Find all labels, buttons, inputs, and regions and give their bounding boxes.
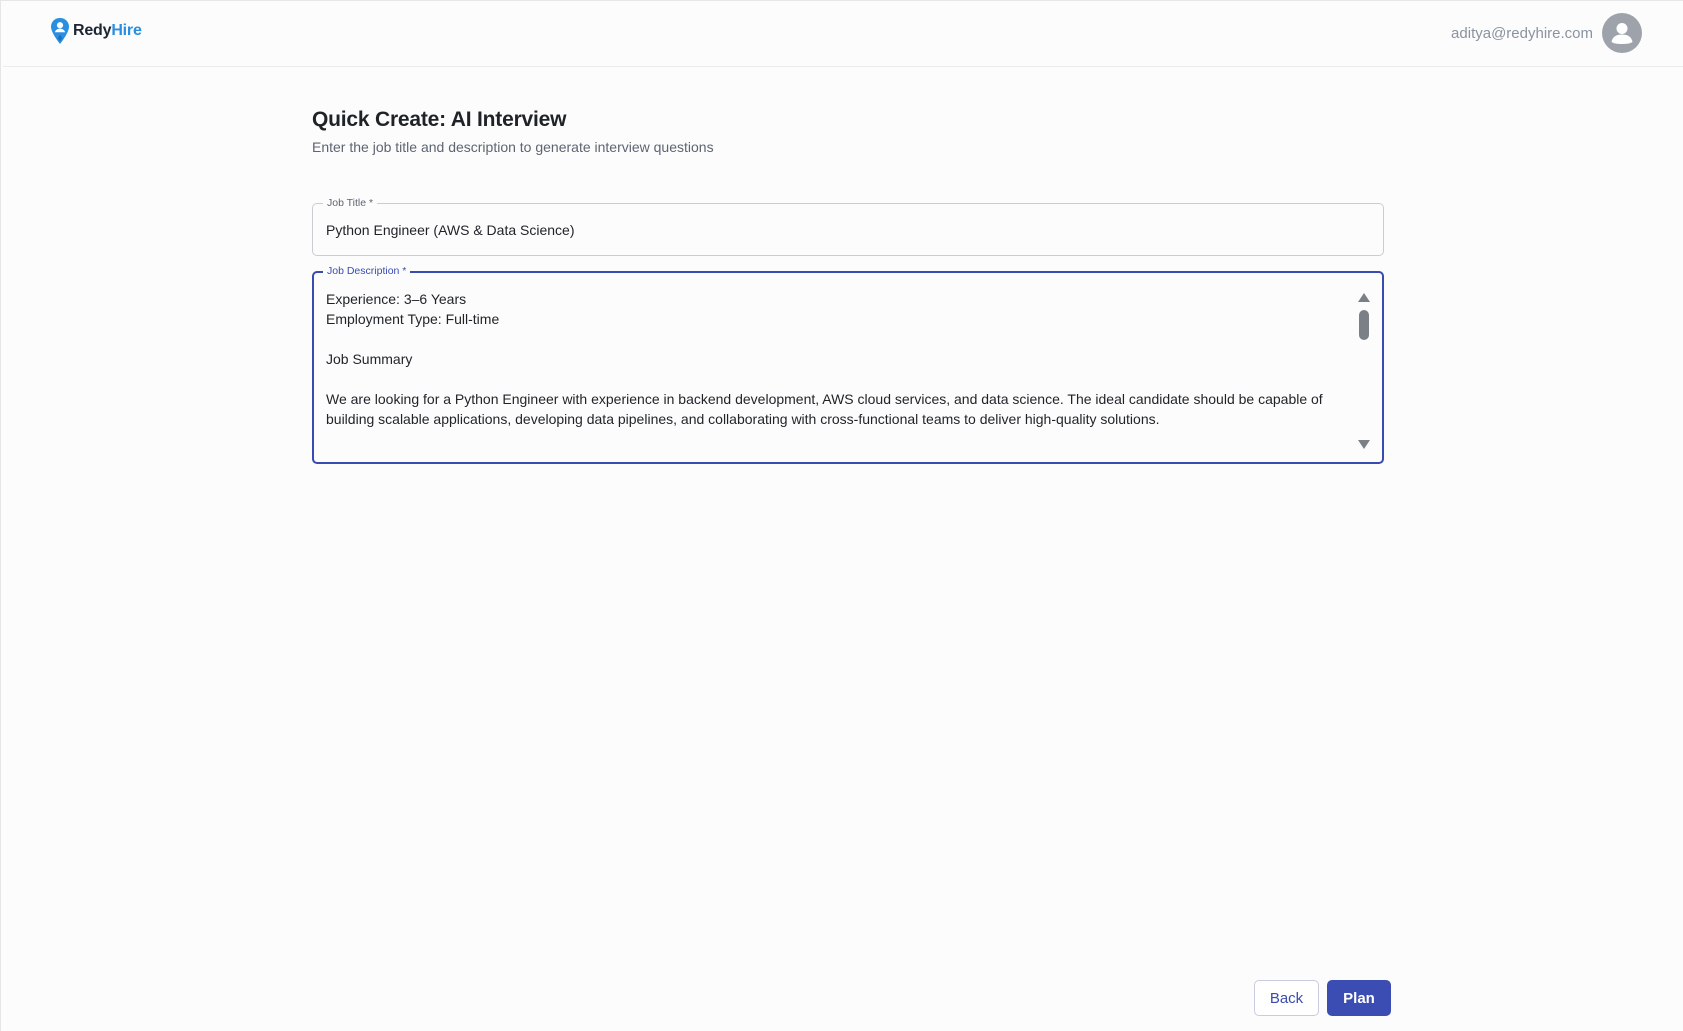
back-button[interactable]: Back	[1254, 980, 1319, 1016]
desc-line-summary-paragraph: We are looking for a Python Engineer wit…	[326, 391, 1323, 427]
page-title: Quick Create: AI Interview	[312, 108, 567, 131]
location-pin-person-icon	[51, 18, 69, 44]
job-description-text: Experience: 3–6 Years Employment Type: F…	[326, 289, 1336, 429]
desc-blank-line	[326, 329, 1336, 349]
desc-line-experience: Experience: 3–6 Years	[326, 291, 467, 307]
redyhire-logo[interactable]: RedyHire	[50, 17, 142, 45]
page: RedyHire aditya@redyhire.com Quick Creat…	[0, 0, 1683, 1031]
scrollbar-thumb[interactable]	[1359, 310, 1369, 340]
logo-text-hire: Hire	[111, 22, 142, 39]
desc-blank-line	[326, 369, 1336, 389]
top-header: RedyHire aditya@redyhire.com	[3, 1, 1683, 67]
logo-text-redy: Redy	[73, 22, 112, 39]
desc-line-job-summary: Job Summary	[326, 351, 413, 367]
triangle-down-icon[interactable]	[1358, 440, 1370, 449]
job-title-label: Job Title *	[323, 196, 378, 210]
quick-create-form: Quick Create: AI Interview Enter the job…	[312, 108, 1384, 464]
user-avatar-icon[interactable]	[1602, 13, 1642, 53]
triangle-up-icon[interactable]	[1358, 293, 1370, 302]
person-silhouette-icon	[1611, 23, 1633, 44]
job-description-textarea[interactable]: Job Description * Experience: 3–6 Years …	[312, 264, 1384, 464]
user-email: aditya@redyhire.com	[1451, 24, 1593, 42]
job-title-input[interactable]: Job Title * Python Engineer (AWS & Data …	[312, 196, 1384, 256]
page-subtitle: Enter the job title and description to g…	[312, 139, 714, 155]
desc-line-employment-type: Employment Type: Full-time	[326, 311, 500, 327]
job-title-value: Python Engineer (AWS & Data Science)	[326, 222, 575, 238]
logo-text: RedyHire	[73, 22, 142, 40]
footer-actions: Back Plan	[1254, 980, 1391, 1016]
plan-button[interactable]: Plan	[1327, 980, 1391, 1016]
textarea-scrollbar[interactable]	[1356, 289, 1372, 453]
user-menu[interactable]: aditya@redyhire.com	[1451, 13, 1642, 53]
job-description-label: Job Description *	[323, 264, 411, 278]
